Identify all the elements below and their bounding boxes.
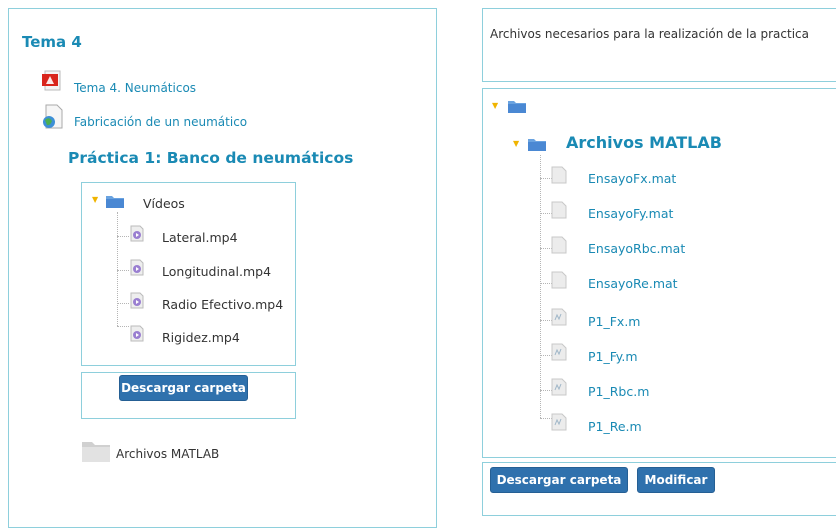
tree-file[interactable]: Longitudinal.mp4 (162, 264, 271, 279)
video-file-icon (129, 225, 145, 242)
tree-folder-label[interactable]: Vídeos (143, 196, 185, 211)
folder-icon (508, 99, 526, 113)
script-file-icon (551, 413, 567, 431)
tree-file[interactable]: Rigidez.mp4 (162, 330, 240, 345)
tree-file[interactable]: EnsayoFx.mat (588, 171, 676, 186)
resource-url[interactable]: Fabricación de un neumático (42, 104, 282, 130)
tree-file[interactable]: P1_Fy.m (588, 349, 638, 364)
download-folder-button[interactable]: Descargar carpeta (119, 375, 248, 401)
tree-connector (117, 212, 118, 326)
web-link-icon (42, 104, 64, 134)
download-folder-button[interactable]: Descargar carpeta (490, 467, 628, 493)
file-icon (551, 201, 567, 219)
video-file-icon (129, 325, 145, 342)
description-text: Archivos necesarios para la realización … (490, 27, 809, 41)
tree-file[interactable]: P1_Rbc.m (588, 384, 649, 399)
folder-icon (528, 137, 546, 151)
resource-pdf-label[interactable]: Tema 4. Neumáticos (74, 81, 196, 95)
tree-file[interactable]: P1_Re.m (588, 419, 642, 434)
file-icon (551, 271, 567, 289)
tree-file[interactable]: EnsayoRe.mat (588, 276, 678, 291)
resource-pdf[interactable]: Tema 4. Neumáticos (42, 70, 262, 95)
resource-url-label[interactable]: Fabricación de un neumático (74, 115, 247, 129)
video-file-icon (129, 259, 145, 276)
tree-folder-label[interactable]: Archivos MATLAB (566, 133, 722, 152)
script-file-icon (551, 343, 567, 361)
folder-link-label[interactable]: Archivos MATLAB (116, 447, 219, 461)
tree-connector (540, 155, 541, 418)
file-icon (551, 236, 567, 254)
tree-file[interactable]: EnsayoRbc.mat (588, 241, 685, 256)
script-file-icon (551, 378, 567, 396)
practice-title: Práctica 1: Banco de neumáticos (68, 149, 354, 167)
expand-caret-icon[interactable]: ▼ (513, 139, 519, 149)
script-file-icon (551, 308, 567, 326)
expand-caret-icon[interactable]: ▼ (92, 195, 98, 205)
pdf-icon (42, 70, 64, 96)
modify-button[interactable]: Modificar (637, 467, 715, 493)
folder-icon (82, 440, 110, 462)
section-title: Tema 4 (22, 33, 82, 51)
tree-branch (117, 270, 129, 271)
folder-icon (106, 194, 124, 208)
tree-branch (117, 236, 129, 237)
tree-file[interactable]: P1_Fx.m (588, 314, 640, 329)
video-file-icon (129, 292, 145, 309)
description-box (482, 8, 836, 82)
file-icon (551, 166, 567, 184)
tree-branch (117, 326, 129, 327)
tree-file[interactable]: EnsayoFy.mat (588, 206, 673, 221)
tree-file[interactable]: Radio Efectivo.mp4 (162, 297, 283, 312)
expand-caret-icon[interactable]: ▼ (492, 101, 498, 111)
tree-branch (117, 303, 129, 304)
tree-file[interactable]: Lateral.mp4 (162, 230, 238, 245)
